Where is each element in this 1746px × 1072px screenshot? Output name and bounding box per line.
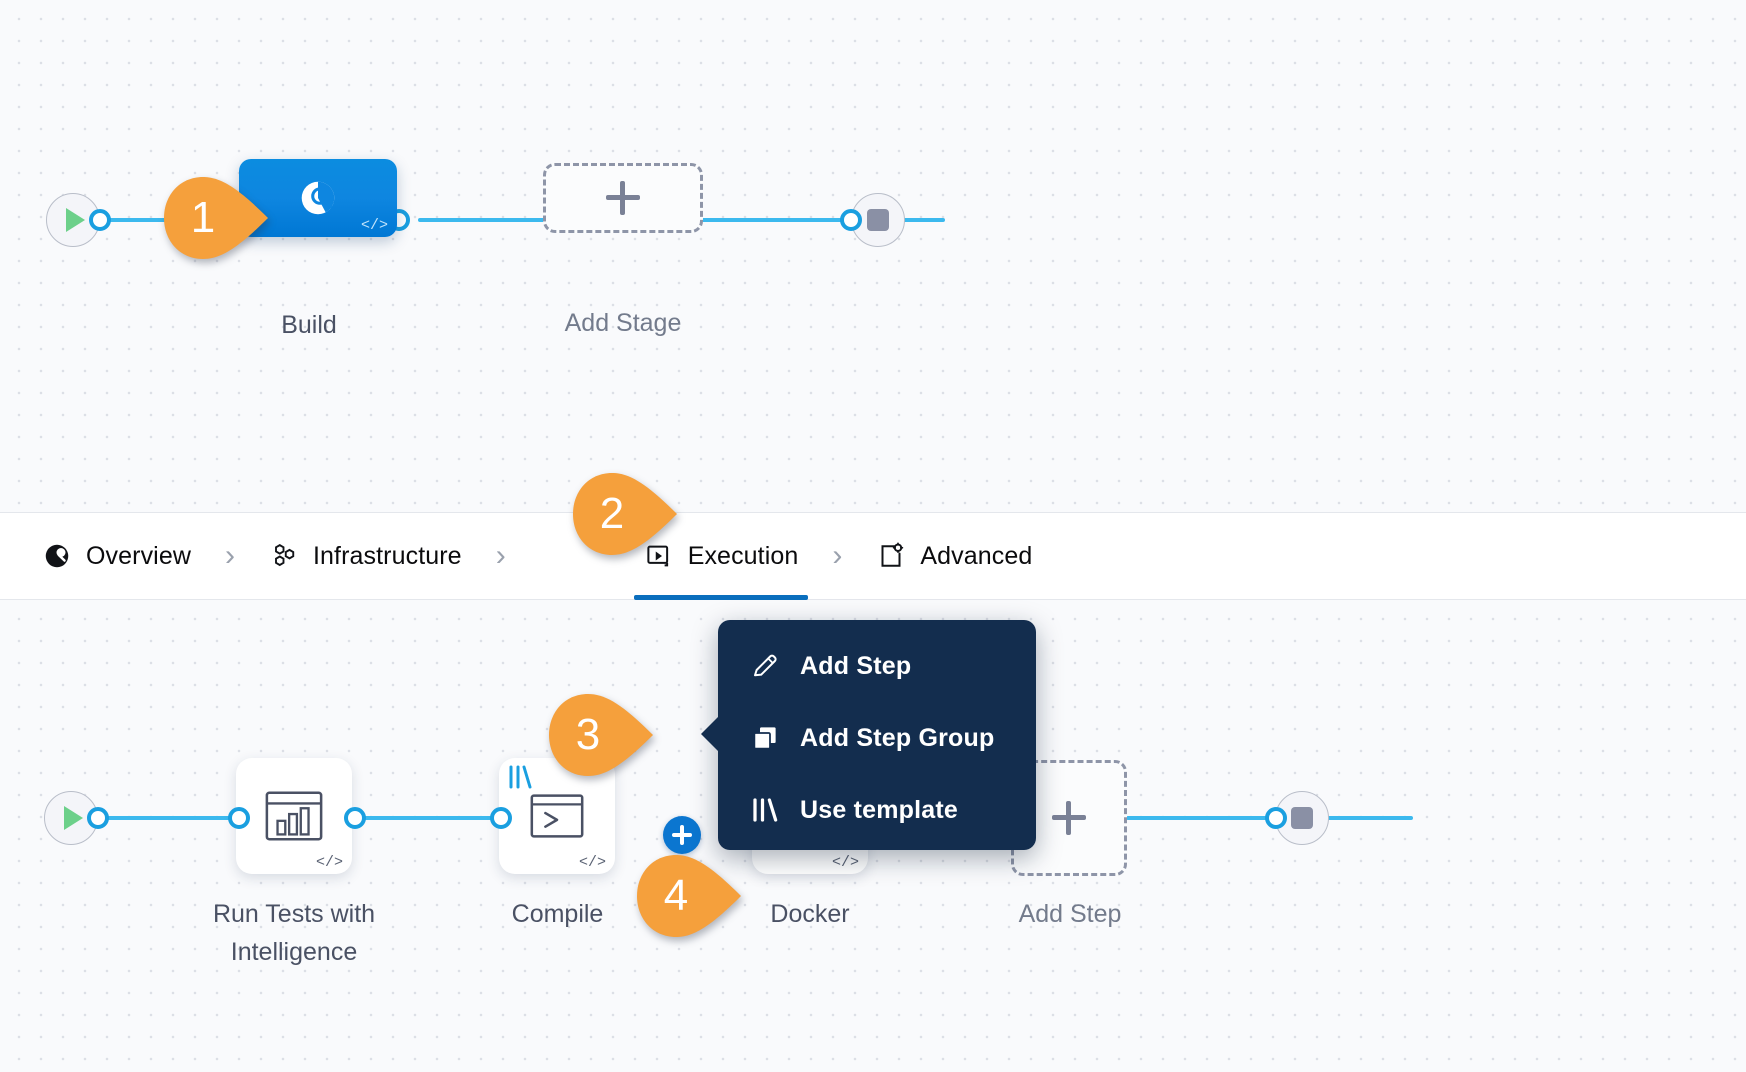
- overview-icon: [45, 544, 69, 568]
- tab-separator-chevron-icon: ›: [832, 539, 843, 572]
- menu-item-add-step-group[interactable]: Add Step Group: [718, 702, 1036, 774]
- edge-addstage-to-end: [700, 218, 945, 222]
- menu-item-use-template[interactable]: Use template: [718, 774, 1036, 846]
- callout-number: 1: [190, 193, 216, 242]
- connector-dot-steps-start[interactable]: [87, 807, 109, 829]
- terminal-prompt-icon: [530, 794, 584, 838]
- infrastructure-icon: [275, 544, 295, 567]
- tab-label: Advanced: [920, 541, 1033, 570]
- code-badge: </>: [831, 854, 859, 871]
- code-badge: </>: [578, 854, 606, 871]
- tab-infrastructure[interactable]: Infrastructure: [265, 512, 466, 600]
- tab-label: Execution: [687, 541, 799, 570]
- stage-config-tabs: Overview › Infrastructure › Execution ›: [0, 512, 1746, 600]
- plus-icon: [606, 181, 640, 215]
- play-icon: [64, 806, 83, 830]
- pipeline-studio-canvas: </> Build Add Stage Overview › Infrastru…: [0, 0, 1746, 1072]
- add-step-context-menu: Add Step Add Step Group Use template: [701, 620, 1036, 850]
- stage-label-build: Build: [281, 311, 337, 339]
- menu-pointer: [701, 716, 719, 752]
- step-node-run-tests-with-intelligence[interactable]: </>: [236, 758, 352, 874]
- menu-item-label: Add Step: [800, 651, 912, 680]
- callout-number: 3: [575, 710, 601, 759]
- tab-label: Overview: [86, 541, 191, 570]
- play-icon: [66, 208, 85, 232]
- template-bars-icon: [509, 765, 532, 789]
- connector-dot-start[interactable]: [89, 209, 111, 231]
- code-badge: </>: [315, 854, 343, 871]
- tab-overview[interactable]: Overview: [38, 512, 195, 600]
- pencil-icon: [754, 654, 777, 677]
- connector-dot-step2-in[interactable]: [490, 807, 512, 829]
- advanced-icon: [881, 542, 904, 567]
- add-stage-button[interactable]: [543, 163, 703, 233]
- callout-number: 2: [599, 489, 625, 538]
- connector-dot-step1-in[interactable]: [228, 807, 250, 829]
- step-label-run-tests: Run Tests with Intelligence: [212, 900, 376, 966]
- stop-icon: [867, 209, 889, 231]
- tab-label: Infrastructure: [313, 541, 462, 570]
- tab-separator-chevron-icon: ›: [495, 539, 506, 572]
- add-stage-label: Add Stage: [564, 309, 682, 337]
- connector-dot-end[interactable]: [840, 209, 862, 231]
- template-bars-icon: [753, 798, 778, 822]
- callout-marker-2: 2: [573, 473, 677, 555]
- tab-advanced[interactable]: Advanced: [872, 512, 1036, 600]
- callout-marker-4: 4: [637, 855, 741, 937]
- code-badge: </>: [360, 217, 388, 234]
- menu-item-label: Use template: [800, 795, 959, 824]
- add-step-label: Add Step: [1018, 900, 1122, 928]
- add-step-between-button[interactable]: [663, 816, 701, 854]
- callout-marker-1: 1: [164, 177, 268, 259]
- connector-dot-steps-end[interactable]: [1265, 807, 1287, 829]
- ci-build-icon: [301, 181, 335, 215]
- copy-layers-icon: [753, 727, 776, 750]
- tab-separator-chevron-icon: ›: [225, 539, 235, 572]
- callout-number: 4: [663, 871, 689, 920]
- callout-marker-3: 3: [549, 694, 653, 776]
- stop-icon: [1291, 807, 1313, 829]
- menu-item-label: Add Step Group: [800, 723, 995, 752]
- connector-dot-step1-out[interactable]: [344, 807, 366, 829]
- plus-icon: [1052, 801, 1086, 835]
- test-report-chart-icon: [265, 791, 323, 841]
- menu-item-add-step[interactable]: Add Step: [718, 630, 1036, 702]
